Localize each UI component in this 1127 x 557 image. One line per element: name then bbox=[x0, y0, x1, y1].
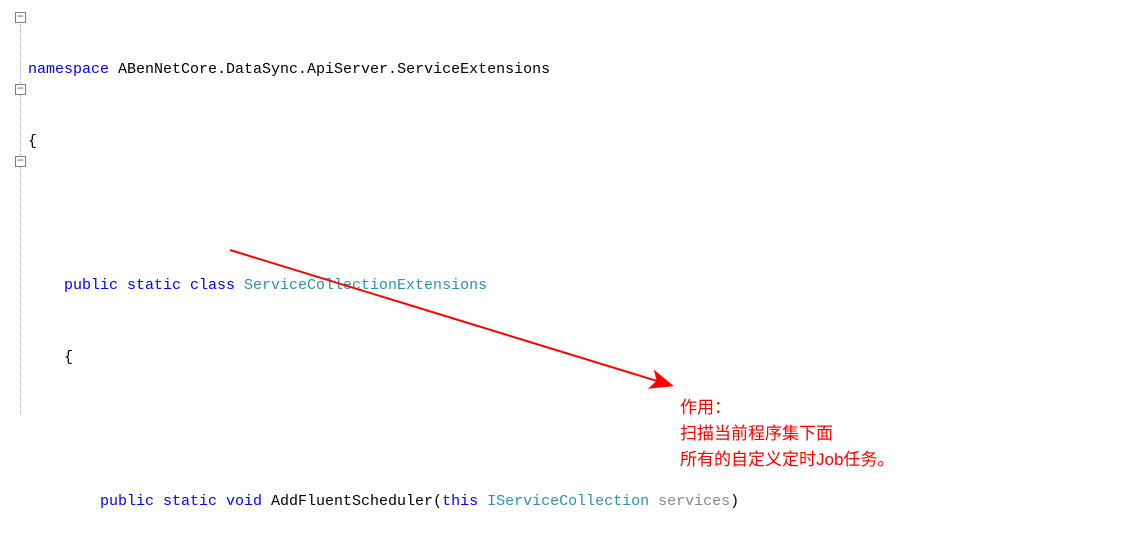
identifier: AddFluentScheduler( bbox=[271, 493, 442, 510]
annotation-line: 所有的自定义定时Job任务。 bbox=[680, 447, 894, 473]
type-name: IServiceCollection bbox=[478, 493, 658, 510]
code-area[interactable]: namespace ABenNetCore.DataSync.ApiServer… bbox=[28, 10, 1127, 557]
identifier: ABenNetCore.DataSync.ApiServer.ServiceEx… bbox=[109, 61, 550, 78]
annotation-line: 扫描当前程序集下面 bbox=[680, 421, 894, 447]
parameter: services bbox=[658, 493, 730, 510]
code-editor: − − − namespace ABenNetCore.DataSync.Api… bbox=[0, 0, 1127, 557]
code-line: public static class ServiceCollectionExt… bbox=[64, 274, 1127, 298]
blank-line bbox=[28, 202, 1127, 226]
annotation-text: 作用： 扫描当前程序集下面 所有的自定义定时Job任务。 bbox=[680, 395, 894, 473]
paren: ) bbox=[730, 493, 739, 510]
annotation-line: 作用： bbox=[680, 395, 894, 421]
code-line: { bbox=[64, 346, 1127, 370]
brace-open: { bbox=[28, 133, 37, 150]
fold-toggle-icon[interactable]: − bbox=[15, 84, 26, 95]
blank-line bbox=[28, 418, 1127, 442]
gutter: − − − bbox=[0, 0, 28, 557]
fold-toggle-icon[interactable]: − bbox=[15, 12, 26, 23]
code-line: namespace ABenNetCore.DataSync.ApiServer… bbox=[28, 58, 1127, 82]
type-name: ServiceCollectionExtensions bbox=[244, 277, 487, 294]
code-line: public static void AddFluentScheduler(th… bbox=[100, 490, 1127, 514]
brace-open: { bbox=[64, 349, 73, 366]
keyword: public static class bbox=[64, 277, 244, 294]
keyword: public static void bbox=[100, 493, 271, 510]
keyword: namespace bbox=[28, 61, 109, 78]
fold-toggle-icon[interactable]: − bbox=[15, 156, 26, 167]
keyword: this bbox=[442, 493, 478, 510]
code-line: { bbox=[28, 130, 1127, 154]
